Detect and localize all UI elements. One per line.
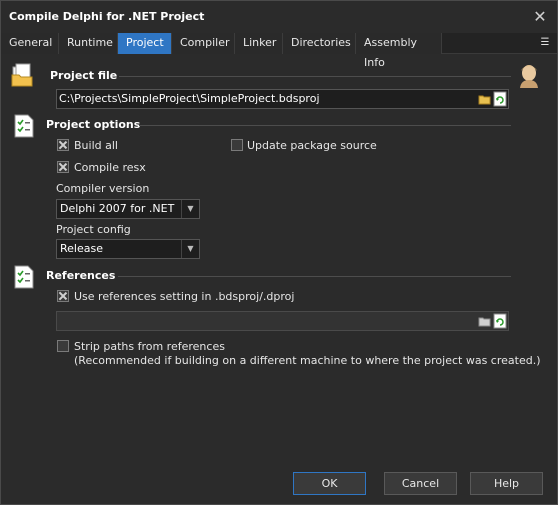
project-file-value: C:\Projects\SimpleProject\SimpleProject.… xyxy=(59,92,320,105)
tab-project[interactable]: Project xyxy=(118,33,172,54)
section-divider xyxy=(119,76,511,77)
project-file-input[interactable]: C:\Projects\SimpleProject\SimpleProject.… xyxy=(56,89,509,109)
project-options-title: Project options xyxy=(46,118,141,131)
update-package-source-label: Update package source xyxy=(247,139,377,152)
build-all-label: Build all xyxy=(74,139,118,152)
window-title: Compile Delphi for .NET Project xyxy=(9,10,205,23)
tab-runtime[interactable]: Runtime xyxy=(59,33,118,54)
section-divider xyxy=(139,125,511,126)
references-title: References xyxy=(46,269,116,282)
tab-bar: General Runtime Project Compiler Linker … xyxy=(1,33,557,69)
tab-linker[interactable]: Linker xyxy=(235,33,283,54)
update-package-source-checkbox[interactable] xyxy=(231,139,243,151)
use-references-label: Use references setting in .bdsproj/.dpro… xyxy=(74,290,295,303)
tab-directories[interactable]: Directories xyxy=(283,33,356,54)
strip-paths-label: Strip paths from references xyxy=(74,340,225,353)
section-divider xyxy=(118,276,511,277)
tab-general[interactable]: General xyxy=(1,33,59,54)
build-all-checkbox[interactable] xyxy=(57,139,69,151)
open-folder-icon[interactable] xyxy=(478,91,492,107)
compile-resx-label: Compile resx xyxy=(74,161,146,174)
cancel-button[interactable]: Cancel xyxy=(384,472,457,495)
refresh-icon[interactable] xyxy=(493,313,507,329)
user-avatar-icon xyxy=(520,65,538,88)
checklist-icon xyxy=(14,265,34,289)
project-config-value: Release xyxy=(60,242,103,255)
close-icon[interactable]: ✕ xyxy=(531,8,549,26)
tab-compiler[interactable]: Compiler xyxy=(172,33,235,54)
compiler-version-value: Delphi 2007 for .NET xyxy=(60,202,175,215)
strip-paths-note: (Recommended if building on a different … xyxy=(74,354,541,367)
folder-icon xyxy=(11,63,33,87)
use-references-checkbox[interactable] xyxy=(57,290,69,302)
tab-assembly-info[interactable]: Assembly Info xyxy=(356,33,442,69)
title-bar: Compile Delphi for .NET Project ✕ xyxy=(1,1,557,33)
project-config-select[interactable]: Release ▼ xyxy=(56,239,200,259)
compiler-version-label: Compiler version xyxy=(56,182,150,195)
refresh-icon[interactable] xyxy=(493,91,507,107)
menu-icon[interactable]: ☰ xyxy=(537,35,553,51)
ok-button[interactable]: OK xyxy=(293,472,366,495)
compile-resx-checkbox[interactable] xyxy=(57,161,69,173)
strip-paths-checkbox[interactable] xyxy=(57,340,69,352)
compiler-version-select[interactable]: Delphi 2007 for .NET ▼ xyxy=(56,199,200,219)
chevron-down-icon: ▼ xyxy=(181,240,199,258)
references-path-input[interactable] xyxy=(56,311,509,331)
chevron-down-icon: ▼ xyxy=(181,200,199,218)
help-button[interactable]: Help xyxy=(470,472,543,495)
project-file-title: Project file xyxy=(50,69,118,82)
open-folder-icon[interactable] xyxy=(478,313,492,329)
dialog-window: Compile Delphi for .NET Project ✕ Genera… xyxy=(0,0,558,505)
project-config-label: Project config xyxy=(56,223,131,236)
checklist-icon xyxy=(14,114,34,138)
